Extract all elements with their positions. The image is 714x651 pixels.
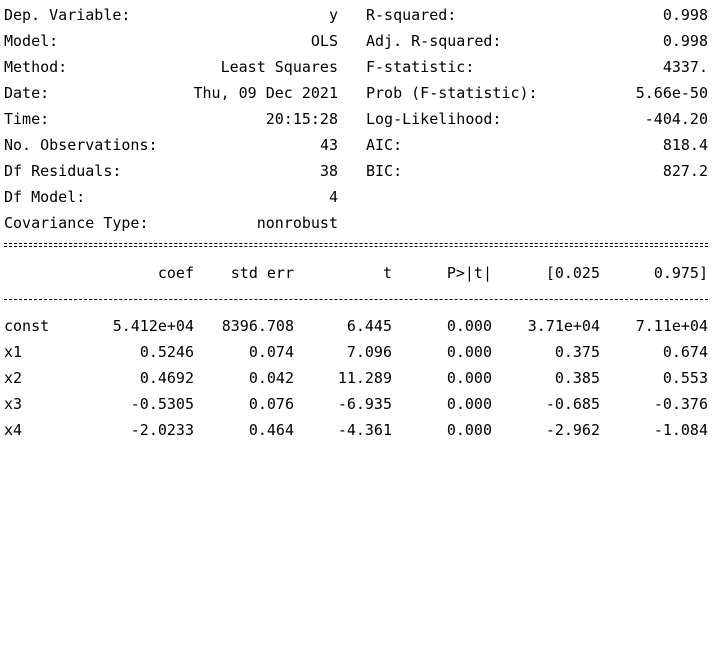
std-err-value: 0.042: [248, 369, 294, 387]
coef-value: -0.5305: [130, 395, 194, 413]
stat-value: 0.998: [662, 32, 708, 50]
table-row: x1 0.5246 0.074 7.096 0.000 0.375 0.674: [0, 339, 714, 365]
row-name: const: [4, 317, 50, 335]
ci-lower-value: 3.71e+04: [527, 317, 600, 335]
stat-label: BIC:: [366, 162, 403, 180]
col-header-p: P>|t|: [446, 264, 492, 282]
stat-value: OLS: [310, 32, 338, 50]
coef-value: -2.0233: [130, 421, 194, 439]
table-row: const 5.412e+04 8396.708 6.445 0.000 3.7…: [0, 313, 714, 339]
summary-row: Model: OLS Adj. R-squared: 0.998: [0, 28, 714, 54]
t-value: -6.935: [337, 395, 392, 413]
stat-value: 4337.: [662, 58, 708, 76]
summary-row: Covariance Type: nonrobust: [0, 210, 714, 236]
stat-label: R-squared:: [366, 6, 457, 24]
stat-label: Df Model:: [4, 188, 86, 206]
stat-value: 0.998: [662, 6, 708, 24]
row-name: x1: [4, 343, 23, 361]
ci-lower-value: -2.962: [545, 421, 600, 439]
stat-label: AIC:: [366, 136, 403, 154]
std-err-value: 0.076: [248, 395, 294, 413]
double-separator: [4, 243, 708, 247]
summary-row: Df Model: 4: [0, 184, 714, 210]
ci-upper-value: -1.084: [653, 421, 708, 439]
ci-upper-value: 0.674: [662, 343, 708, 361]
t-value: 7.096: [346, 343, 392, 361]
coef-value: 5.412e+04: [112, 317, 194, 335]
stat-value: 5.66e-50: [635, 84, 708, 102]
summary-row: Date: Thu, 09 Dec 2021 Prob (F-statistic…: [0, 80, 714, 106]
stat-value: y: [328, 6, 338, 24]
ci-upper-value: 0.553: [662, 369, 708, 387]
p-value: 0.000: [446, 317, 492, 335]
table-row: x4 -2.0233 0.464 -4.361 0.000 -2.962 -1.…: [0, 417, 714, 443]
ols-regression-summary: Dep. Variable: y R-squared: 0.998 Model:…: [0, 0, 714, 443]
summary-row: Df Residuals: 38 BIC: 827.2: [0, 158, 714, 184]
t-value: -4.361: [337, 421, 392, 439]
col-header-coef: coef: [157, 264, 194, 282]
p-value: 0.000: [446, 343, 492, 361]
summary-row: Method: Least Squares F-statistic: 4337.: [0, 54, 714, 80]
table-row: x3 -0.5305 0.076 -6.935 0.000 -0.685 -0.…: [0, 391, 714, 417]
ci-lower-value: 0.385: [554, 369, 600, 387]
ci-upper-value: -0.376: [653, 395, 708, 413]
p-value: 0.000: [446, 421, 492, 439]
stat-label: Date:: [4, 84, 50, 102]
ci-upper-value: 7.11e+04: [635, 317, 708, 335]
coef-value: 0.5246: [139, 343, 194, 361]
std-err-value: 0.074: [248, 343, 294, 361]
stat-value: 4: [328, 188, 338, 206]
stat-label: Dep. Variable:: [4, 6, 131, 24]
col-header-t: t: [382, 264, 392, 282]
row-name: x2: [4, 369, 23, 387]
stat-value: nonrobust: [256, 214, 338, 232]
stat-label: Log-Likelihood:: [366, 110, 502, 128]
col-header-ci-upper: 0.975]: [653, 264, 708, 282]
std-err-value: 8396.708: [221, 317, 294, 335]
stat-label: Method:: [4, 58, 68, 76]
summary-row: Time: 20:15:28 Log-Likelihood: -404.20: [0, 106, 714, 132]
stat-value: 38: [319, 162, 338, 180]
stat-value: -404.20: [644, 110, 708, 128]
col-header-std-err: std err: [230, 264, 294, 282]
stat-value: 20:15:28: [265, 110, 338, 128]
row-name: x3: [4, 395, 23, 413]
stat-label: No. Observations:: [4, 136, 158, 154]
stat-label: Df Residuals:: [4, 162, 122, 180]
t-value: 11.289: [337, 369, 392, 387]
p-value: 0.000: [446, 395, 492, 413]
col-header-ci-lower: [0.025: [545, 264, 600, 282]
stat-value: Thu, 09 Dec 2021: [193, 84, 339, 102]
stat-label: F-statistic:: [366, 58, 475, 76]
stat-value: 818.4: [662, 136, 708, 154]
stat-value: 827.2: [662, 162, 708, 180]
summary-row: No. Observations: 43 AIC: 818.4: [0, 132, 714, 158]
stat-value: Least Squares: [220, 58, 338, 76]
dashed-separator: [4, 299, 708, 300]
coef-table-header: coef std err t P>|t| [0.025 0.975]: [0, 260, 714, 286]
table-row: x2 0.4692 0.042 11.289 0.000 0.385 0.553: [0, 365, 714, 391]
p-value: 0.000: [446, 369, 492, 387]
std-err-value: 0.464: [248, 421, 294, 439]
stat-label: Covariance Type:: [4, 214, 149, 232]
ci-lower-value: 0.375: [554, 343, 600, 361]
stat-label: Model:: [4, 32, 59, 50]
stat-label: Time:: [4, 110, 50, 128]
t-value: 6.445: [346, 317, 392, 335]
stat-label: Adj. R-squared:: [366, 32, 502, 50]
coef-value: 0.4692: [139, 369, 194, 387]
stat-label: Prob (F-statistic):: [366, 84, 538, 102]
ci-lower-value: -0.685: [545, 395, 600, 413]
summary-row: Dep. Variable: y R-squared: 0.998: [0, 2, 714, 28]
stat-value: 43: [319, 136, 338, 154]
row-name: x4: [4, 421, 23, 439]
